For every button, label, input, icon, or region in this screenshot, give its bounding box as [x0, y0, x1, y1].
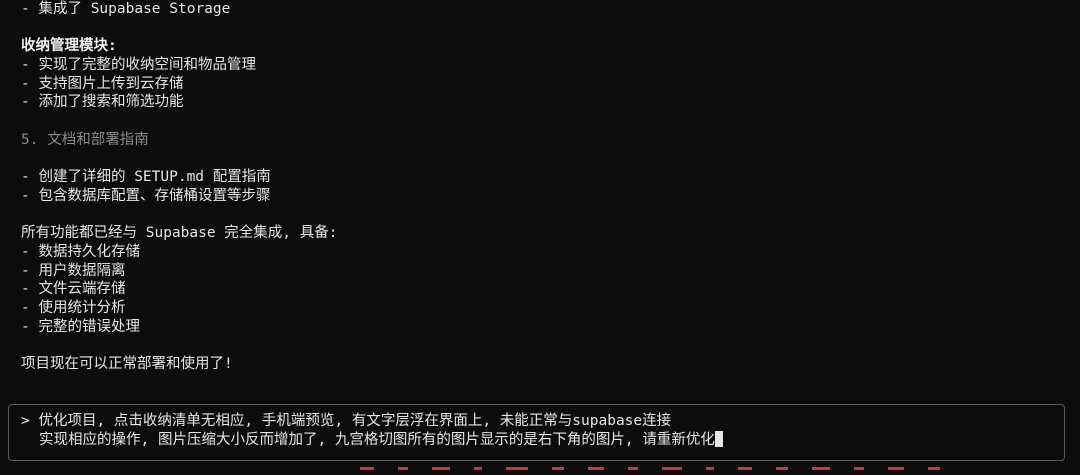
output-line: - 数据持久化存储: [21, 243, 140, 260]
output-line: - 文件云端存储: [21, 281, 126, 298]
output-line: - 使用统计分析: [21, 300, 126, 316]
output-blank-line: [21, 206, 1070, 225]
prompt-input-box[interactable]: > 优化项目, 点击收纳清单无相应, 手机端预览, 有文字层浮在界面上, 未能正…: [8, 404, 1065, 461]
prompt-text-line-2: 实现相应的操作, 图片压缩大小反而增加了, 九宫格切图所有的图片显示的是右下角的…: [39, 432, 715, 448]
output-line: 项目现在可以正常部署和使用了!: [21, 356, 233, 373]
prompt-input-line-1[interactable]: > 优化项目, 点击收纳清单无相应, 手机端预览, 有文字层浮在界面上, 未能正…: [21, 412, 671, 431]
bottom-status-fragment: [360, 467, 1050, 475]
output-blank-line: [21, 112, 1070, 131]
output-line: - 完整的错误处理: [21, 318, 140, 335]
output-line: - 用户数据隔离: [21, 262, 126, 279]
output-line: - 集成了 Supabase Storage: [21, 1, 231, 17]
output-blank-line: [21, 150, 1070, 169]
output-line: - 添加了搜索和筛选功能: [21, 94, 184, 111]
terminal-output: - 集成了 Supabase Storage 收纳管理模块: - 实现了完整的收…: [21, 0, 1070, 374]
prompt-input-line-2[interactable]: 实现相应的操作, 图片压缩大小反而增加了, 九宫格切图所有的图片显示的是右下角的…: [39, 431, 723, 450]
output-blank-line: [21, 19, 1070, 38]
text-cursor: [714, 431, 723, 447]
output-line: - 创建了详细的 SETUP.md 配置指南: [21, 169, 271, 186]
numbered-heading: 5. 文档和部署指南: [21, 131, 149, 148]
output-line: - 包含数据库配置、存储桶设置等步骤: [21, 187, 271, 204]
output-blank-line: [21, 336, 1070, 355]
section-heading: 收纳管理模块:: [21, 38, 117, 55]
prompt-text-line-1: 优化项目, 点击收纳清单无相应, 手机端预览, 有文字层浮在界面上, 未能正常与…: [38, 413, 672, 429]
output-line: - 实现了完整的收纳空间和物品管理: [21, 57, 256, 74]
output-line: - 支持图片上传到云存储: [21, 75, 184, 92]
prompt-symbol: >: [21, 413, 30, 429]
output-line: 所有功能都已经与 Supabase 完全集成, 具备:: [21, 225, 338, 242]
